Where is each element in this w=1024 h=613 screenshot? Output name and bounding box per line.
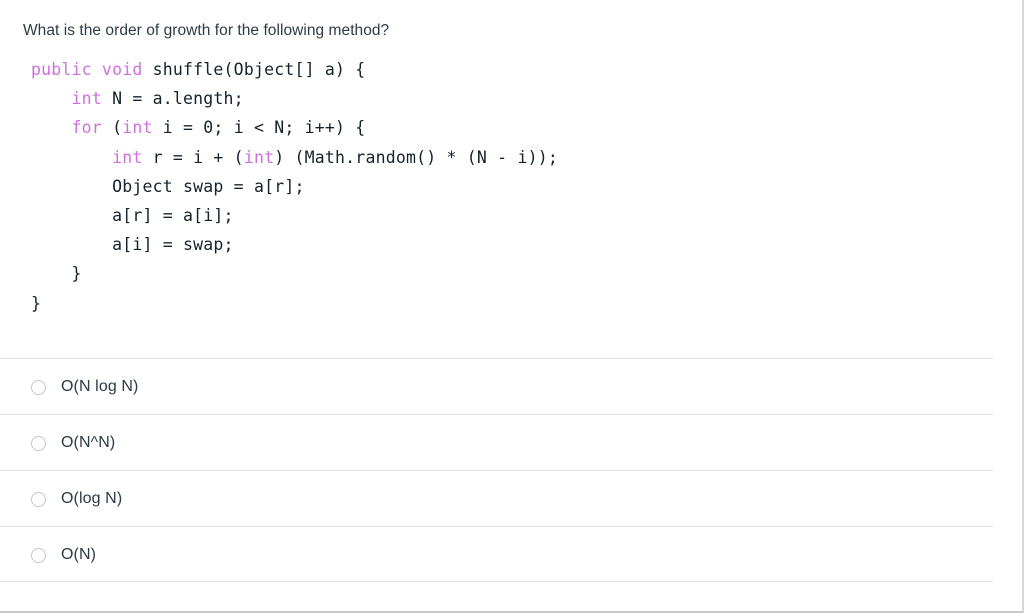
answer-option-label: O(log N) [61, 490, 123, 507]
code-token: shuffle(Object[] a) { [152, 60, 366, 79]
code-line: } [31, 289, 1018, 318]
code-line: int N = a.length; [31, 84, 1018, 113]
code-token: Object swap = a[r]; [31, 176, 305, 196]
code-token: r = i + ( [152, 147, 244, 167]
code-keyword: int [122, 118, 163, 138]
code-token: N = a.length; [112, 89, 244, 109]
answer-option-label: O(N) [61, 546, 97, 563]
question-prompt: What is the order of growth for the foll… [23, 22, 390, 39]
code-keyword: for [31, 118, 113, 138]
code-token: ) (Math.random() * (N - i)); [274, 147, 558, 167]
code-token: ( [112, 118, 123, 138]
question-body: What is the order of growth for the foll… [0, 0, 1018, 318]
code-token: a[i] = swap; [31, 235, 234, 255]
radio-button-icon[interactable] [31, 492, 46, 507]
answer-option-row[interactable]: O(N log N) [0, 358, 993, 414]
code-token: i = 0; i < N; i++) { [162, 118, 366, 138]
radio-button-icon[interactable] [31, 436, 46, 451]
radio-button-icon[interactable] [31, 380, 46, 395]
code-keyword: public void [31, 60, 153, 79]
code-line: int r = i + (int) (Math.random() * (N - … [31, 143, 1018, 172]
code-line: a[r] = a[i]; [31, 201, 1018, 230]
answer-options-list: O(N log N) O(N^N) O(log N) O(N) [0, 358, 993, 582]
code-token: } [31, 293, 42, 313]
answer-option-row[interactable]: O(N^N) [0, 414, 993, 470]
code-line: a[i] = swap; [31, 230, 1018, 259]
code-snippet: public void shuffle(Object[] a) { int N … [0, 41, 1018, 318]
answer-option-row[interactable]: O(N) [0, 526, 993, 582]
answer-option-label: O(N^N) [61, 434, 116, 451]
answer-option-row[interactable]: O(log N) [0, 470, 993, 526]
code-line: for (int i = 0; i < N; i++) { [31, 113, 1018, 142]
code-token: } [31, 264, 82, 284]
code-keyword: int [243, 147, 275, 167]
question-page: What is the order of growth for the foll… [0, 0, 1024, 613]
code-line: Object swap = a[r]; [31, 172, 1018, 201]
code-line: } [31, 259, 1018, 288]
code-keyword: int [31, 89, 113, 109]
code-line: public void shuffle(Object[] a) { [31, 55, 1018, 84]
code-token: a[r] = a[i]; [31, 206, 234, 226]
code-keyword: int [31, 147, 153, 167]
radio-button-icon[interactable] [31, 548, 46, 563]
answer-option-label: O(N log N) [61, 378, 139, 395]
